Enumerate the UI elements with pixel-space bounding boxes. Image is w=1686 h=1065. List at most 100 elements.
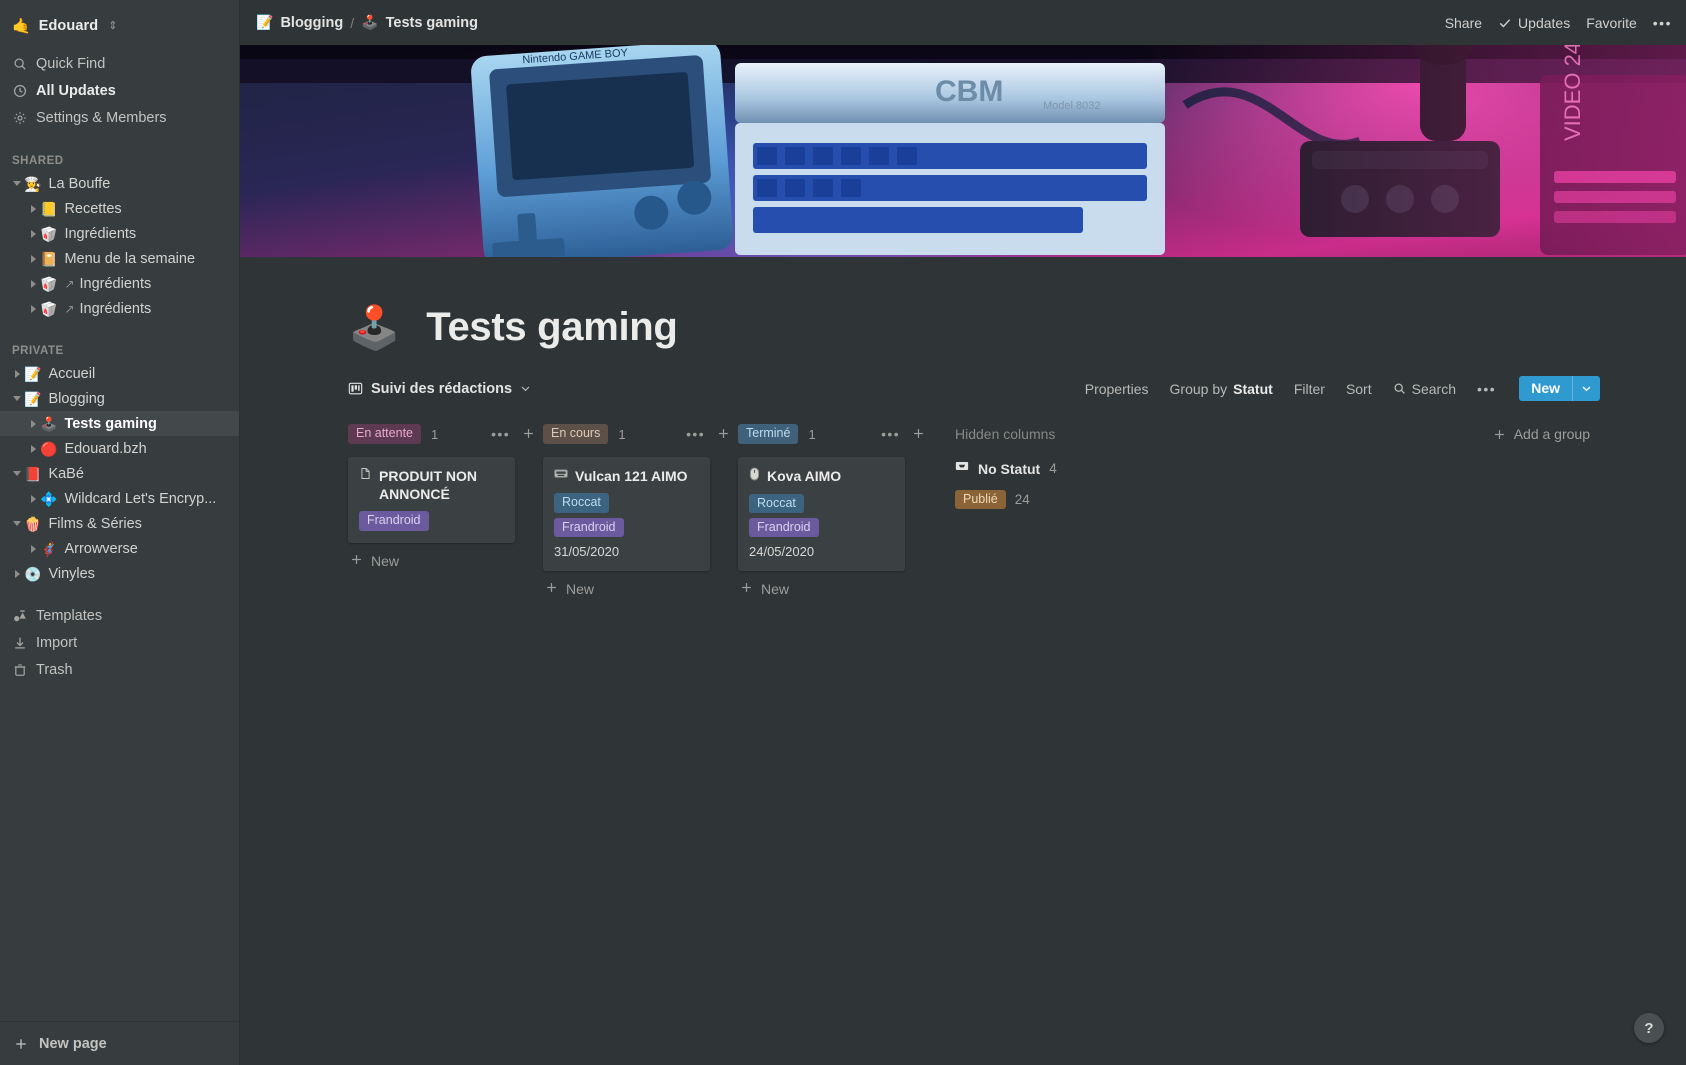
page-emoji-icon[interactable]: 🕹️ xyxy=(348,306,400,349)
column-count: 1 xyxy=(808,426,816,442)
sidebar-item-films-s-ries[interactable]: 🍿 Films & Séries xyxy=(0,511,239,536)
column-status-chip[interactable]: En cours xyxy=(543,424,609,444)
breadcrumb-item-blogging[interactable]: 📝 Blogging xyxy=(256,14,343,31)
sidebar-item-menu-de-la-semaine[interactable]: 📔 Menu de la semaine xyxy=(0,246,239,271)
triangle-down-icon[interactable] xyxy=(10,521,24,526)
triangle-down-icon[interactable] xyxy=(10,471,24,476)
sidebar-item-label: Ingrédients xyxy=(79,300,152,317)
sidebar-item-trash[interactable]: Trash xyxy=(0,656,239,683)
triangle-right-icon[interactable] xyxy=(26,494,40,503)
sidebar-item-label: Import xyxy=(36,634,78,651)
column-new-card-button[interactable]: New xyxy=(348,543,515,569)
column-new-card-button[interactable]: New xyxy=(543,571,710,597)
breadcrumb-label: Tests gaming xyxy=(385,14,478,31)
new-page-label: New page xyxy=(39,1035,107,1052)
sidebar-item-ingr-dients[interactable]: 🥡 Ingrédients xyxy=(0,221,239,246)
hidden-column-row-no-statut[interactable]: No Statut 4 xyxy=(955,459,1590,478)
sidebar-item-import[interactable]: Import xyxy=(0,629,239,656)
add-a-group-button[interactable]: Add a group xyxy=(1493,426,1590,442)
sidebar-item-blogging[interactable]: 📝 Blogging xyxy=(0,386,239,411)
sidebar-item-kab[interactable]: 📕 KaBé xyxy=(0,461,239,486)
group-by-prefix: Group by xyxy=(1169,380,1228,397)
new-button-chevron-down-icon[interactable] xyxy=(1573,376,1600,401)
sidebar-item-la-bouffe[interactable]: 👩‍🍳 La Bouffe xyxy=(0,171,239,196)
sidebar-item-quick-find[interactable]: Quick Find xyxy=(0,50,239,77)
column-more-button[interactable]: ••• xyxy=(491,426,510,442)
properties-button[interactable]: Properties xyxy=(1085,381,1149,397)
triangle-right-icon[interactable] xyxy=(10,569,24,578)
sidebar-footer: New page xyxy=(0,1021,239,1065)
page-emoji-icon: 📕 xyxy=(24,465,42,482)
sidebar-item-vinyles[interactable]: 💿 Vinyles xyxy=(0,561,239,586)
card-date: 24/05/2020 xyxy=(749,544,815,560)
triangle-right-icon[interactable] xyxy=(26,419,40,428)
view-action-bar: Properties Group by Statut Filter Sort S… xyxy=(1085,376,1600,401)
triangle-right-icon[interactable] xyxy=(10,369,24,378)
share-button[interactable]: Share xyxy=(1445,15,1482,31)
sidebar-item-ingr-dients[interactable]: 🥡 ↗ Ingrédients xyxy=(0,296,239,321)
view-toolbar: Suivi des rédactions Properties Group by… xyxy=(240,350,1686,401)
triangle-down-icon[interactable] xyxy=(10,181,24,186)
sidebar-item-accueil[interactable]: 📝 Accueil xyxy=(0,361,239,386)
sidebar-item-tests-gaming[interactable]: 🕹️ Tests gaming xyxy=(0,411,239,436)
board-card[interactable]: Vulcan 121 AIMO Roccat Frandroid 31/05/2020 xyxy=(543,457,710,571)
sidebar-item-label: Tests gaming xyxy=(64,415,157,432)
search-button[interactable]: Search xyxy=(1393,381,1456,397)
hidden-column-row-publi[interactable]: Publié 24 xyxy=(955,490,1590,510)
column-new-card-button[interactable]: New xyxy=(738,571,905,597)
workspace-switcher[interactable]: 🤙 Edouard ⇕ xyxy=(0,10,239,42)
sort-button[interactable]: Sort xyxy=(1346,381,1372,397)
link-arrow-icon: ↗ xyxy=(64,301,75,316)
column-actions: ••• xyxy=(686,426,730,443)
breadcrumb-item-tests-gaming[interactable]: 🕹️ Tests gaming xyxy=(361,14,478,31)
view-more-button[interactable]: ••• xyxy=(1477,381,1496,397)
column-status-chip[interactable]: Terminé xyxy=(738,424,799,444)
sidebar-item-recettes[interactable]: 📒 Recettes xyxy=(0,196,239,221)
page-title[interactable]: Tests gaming xyxy=(426,305,678,350)
favorite-button[interactable]: Favorite xyxy=(1586,15,1637,31)
board-column-header: En attente 1 ••• xyxy=(348,419,543,449)
triangle-right-icon[interactable] xyxy=(26,229,40,238)
column-add-card-button[interactable] xyxy=(717,426,730,443)
updates-button[interactable]: Updates xyxy=(1498,15,1570,31)
board-card[interactable]: PRODUIT NON ANNONCÉ Frandroid xyxy=(348,457,515,543)
sidebar-item-settings-members[interactable]: Settings & Members xyxy=(0,104,239,131)
sidebar-shared-tree: 👩‍🍳 La Bouffe 📒 Recettes 🥡 Ingrédients 📔 Menu d… xyxy=(0,171,239,321)
sidebar-item-label: Templates xyxy=(36,607,103,624)
board-card[interactable]: Kova AIMO Roccat Frandroid 24/05/2020 xyxy=(738,457,905,572)
sidebar-item-wildcard-let-s-encryp[interactable]: 💠 Wildcard Let's Encryp... xyxy=(0,486,239,511)
card-tag: Roccat xyxy=(554,493,609,513)
group-by-button[interactable]: Group by Statut xyxy=(1170,381,1273,397)
more-options-button[interactable]: ••• xyxy=(1653,15,1672,31)
triangle-right-icon[interactable] xyxy=(26,304,40,313)
import-icon xyxy=(12,636,27,650)
triangle-right-icon[interactable] xyxy=(26,279,40,288)
view-tab-suivi-des-redactions[interactable]: Suivi des rédactions xyxy=(348,381,531,397)
sidebar-item-templates[interactable]: Templates xyxy=(0,602,239,629)
card-tags: Roccat Frandroid xyxy=(554,493,699,537)
hidden-columns-header: Hidden columns Add a group xyxy=(955,419,1590,449)
sidebar: 🤙 Edouard ⇕ Quick Find All Updates Setti… xyxy=(0,0,240,1065)
column-more-button[interactable]: ••• xyxy=(881,426,900,442)
view-name: Suivi des rédactions xyxy=(371,380,513,397)
sidebar-item-ingr-dients[interactable]: 🥡 ↗ Ingrédients xyxy=(0,271,239,296)
column-status-chip[interactable]: En attente xyxy=(348,424,421,444)
help-button[interactable]: ? xyxy=(1634,1013,1664,1043)
page-emoji-icon: 🦸 xyxy=(40,540,58,557)
sidebar-item-arrowverse[interactable]: 🦸 Arrowverse xyxy=(0,536,239,561)
column-new-label: New xyxy=(371,552,400,569)
new-record-button[interactable]: New xyxy=(1519,376,1600,401)
triangle-right-icon[interactable] xyxy=(26,204,40,213)
column-more-button[interactable]: ••• xyxy=(686,426,705,442)
top-bar-actions: Share Updates Favorite ••• xyxy=(1445,15,1672,31)
new-page-button[interactable]: New page xyxy=(0,1022,239,1065)
triangle-down-icon[interactable] xyxy=(10,396,24,401)
filter-button[interactable]: Filter xyxy=(1294,381,1325,397)
triangle-right-icon[interactable] xyxy=(26,254,40,263)
triangle-right-icon[interactable] xyxy=(26,544,40,553)
sidebar-item-edouard-bzh[interactable]: 🔴 Edouard.bzh xyxy=(0,436,239,461)
column-add-card-button[interactable] xyxy=(522,426,535,443)
column-add-card-button[interactable] xyxy=(912,426,925,443)
sidebar-item-all-updates[interactable]: All Updates xyxy=(0,77,239,104)
triangle-right-icon[interactable] xyxy=(26,444,40,453)
